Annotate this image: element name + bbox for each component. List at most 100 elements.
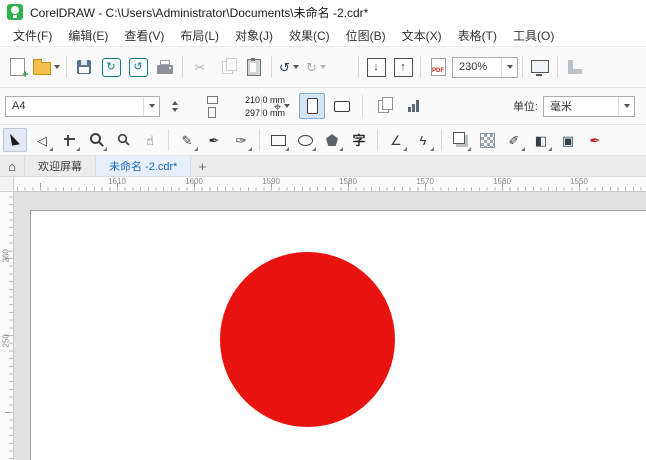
open-button[interactable] — [31, 53, 62, 81]
freehand-tool[interactable]: ✎ — [175, 128, 199, 152]
smart-fill-tool[interactable]: ▣ — [556, 128, 580, 152]
smart-fill-icon: ▣ — [561, 132, 575, 148]
nudge-offset-button[interactable]: ⌖ — [269, 92, 295, 120]
text-tool-icon: 字 — [352, 132, 366, 148]
menubar: 文件(F) 编辑(E) 查看(V) 布局(L) 对象(J) 效果(C) 位图(B… — [0, 24, 646, 47]
revert-arrow-icon: ↺ — [128, 57, 148, 77]
fill-icon: ◧ — [534, 132, 548, 148]
show-rulers-button[interactable] — [562, 53, 588, 81]
tab-document[interactable]: 未命名 -2.cdr* — [96, 156, 192, 176]
menu-layout[interactable]: 布局(L) — [172, 27, 227, 44]
new-tab-button[interactable]: + — [191, 156, 213, 176]
menu-tools[interactable]: 工具(O) — [505, 27, 562, 44]
drop-shadow-tool[interactable] — [448, 128, 472, 152]
redo-button[interactable]: ↻ — [303, 53, 329, 81]
pencil-icon: ✎ — [181, 132, 193, 148]
new-document-button[interactable]: + — [4, 53, 30, 81]
zoom-in-tool[interactable] — [84, 128, 108, 152]
sync-button[interactable]: ↻ — [98, 53, 124, 81]
h-ruler-label: 1550 — [570, 177, 588, 186]
undo-button[interactable]: ↺ — [276, 53, 302, 81]
menu-effects[interactable]: 效果(C) — [281, 27, 338, 44]
drawn-circle[interactable] — [220, 252, 395, 427]
checkerboard-icon — [479, 132, 495, 148]
eyedropper-tool[interactable]: ✐ — [502, 128, 526, 152]
separator — [420, 56, 421, 78]
outline-pen-tool[interactable]: ✒ — [583, 128, 607, 152]
transparency-tool[interactable] — [475, 128, 499, 152]
pick-tool[interactable] — [3, 128, 27, 152]
interactive-fill-tool[interactable]: ◧ — [529, 128, 553, 152]
horizontal-ruler[interactable]: 1610 1600 1590 1580 1570 1560 1550 — [14, 177, 646, 192]
portrait-button[interactable] — [299, 93, 325, 119]
export-button[interactable]: ↑ — [390, 53, 416, 81]
artistic-media-tool[interactable]: ✑ — [229, 128, 253, 152]
page-sorter-button[interactable] — [400, 92, 426, 120]
separator — [259, 129, 260, 151]
paste-button[interactable] — [241, 53, 267, 81]
copy-button[interactable] — [214, 53, 240, 81]
page-size-dropdown-button[interactable] — [143, 96, 159, 116]
menu-file[interactable]: 文件(F) — [5, 27, 60, 44]
import-button[interactable]: ↓ — [363, 53, 389, 81]
save-button[interactable] — [71, 53, 97, 81]
page-size-select[interactable]: A4 — [5, 95, 160, 117]
menu-object[interactable]: 对象(J) — [227, 27, 281, 44]
print-button[interactable] — [152, 53, 178, 81]
separator — [271, 56, 272, 78]
magnifier-icon — [117, 133, 127, 144]
document-area[interactable] — [14, 192, 646, 460]
menu-text[interactable]: 文本(X) — [394, 27, 450, 44]
cut-button[interactable]: ✂ — [187, 53, 213, 81]
crop-tool[interactable] — [57, 128, 81, 152]
h-ruler-label: 1590 — [262, 177, 280, 186]
units-dropdown-button[interactable] — [618, 96, 634, 116]
outline-pen-icon: ✒ — [589, 132, 601, 148]
polygon-tool[interactable] — [320, 128, 344, 152]
menu-bitmaps[interactable]: 位图(B) — [338, 27, 394, 44]
menu-table[interactable]: 表格(T) — [450, 27, 505, 44]
menu-view[interactable]: 查看(V) — [116, 27, 172, 44]
shape-tool[interactable]: ◁ — [30, 128, 54, 152]
spin-up-icon[interactable] — [171, 100, 178, 105]
rectangle-tool[interactable] — [266, 128, 290, 152]
tab-welcome[interactable]: 欢迎屏幕 — [25, 156, 96, 176]
landscape-button[interactable] — [329, 93, 355, 119]
dimension-spinner[interactable] — [168, 100, 181, 112]
units-value: 毫米 — [550, 101, 572, 113]
h-ruler-label: 1610 — [108, 177, 126, 186]
pan-tool[interactable]: ☝ — [138, 128, 162, 152]
zoom-out-tool[interactable] — [111, 128, 135, 152]
chevron-down-icon — [319, 65, 326, 69]
revert-button[interactable]: ↺ — [125, 53, 151, 81]
scissors-icon: ✂ — [194, 59, 206, 75]
zoom-level-select[interactable]: 230% — [452, 56, 518, 78]
spin-down-icon[interactable] — [171, 107, 178, 112]
vertical-ruler[interactable]: 260 250 — [0, 192, 14, 460]
fullscreen-preview-button[interactable] — [527, 53, 553, 81]
page-height-value[interactable]: 297.0 mm — [243, 108, 285, 118]
separator — [182, 56, 183, 78]
separator — [358, 56, 359, 78]
publish-pdf-button[interactable]: PDF — [425, 53, 451, 81]
all-pages-button[interactable] — [370, 92, 396, 120]
page-width-value[interactable]: 210.0 mm — [243, 95, 285, 105]
home-tab-button[interactable]: ⌂ — [0, 156, 25, 176]
curved-arrow-icon: ↻ — [106, 60, 116, 73]
export-icon: ↑ — [393, 57, 413, 77]
flyout-caret-icon — [403, 147, 407, 151]
menu-edit[interactable]: 编辑(E) — [60, 27, 116, 44]
flyout-caret-icon — [76, 147, 80, 151]
flyout-caret-icon — [467, 147, 471, 151]
bezier-tool[interactable]: ✒ — [202, 128, 226, 152]
connector-icon: ϟ — [419, 132, 427, 148]
h-ruler-label: 1580 — [339, 177, 357, 186]
zoom-dropdown-button[interactable] — [501, 57, 517, 77]
units-select[interactable]: 毫米 — [543, 95, 635, 117]
ellipse-tool[interactable] — [293, 128, 317, 152]
chevron-down-icon — [292, 65, 299, 69]
dimension-tool[interactable]: ∠ — [384, 128, 408, 152]
text-tool[interactable]: 字 — [347, 128, 371, 152]
connector-tool[interactable]: ϟ — [411, 128, 435, 152]
paste-icon — [247, 57, 261, 76]
